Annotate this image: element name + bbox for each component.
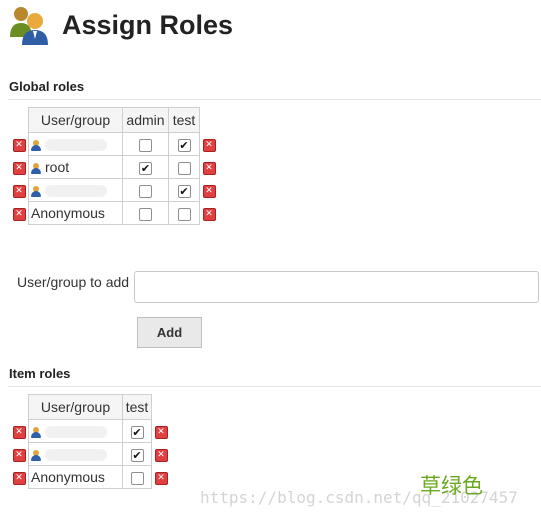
user-group-name: root: [45, 159, 70, 175]
test-role-checkbox[interactable]: ✔: [130, 448, 144, 462]
user-icon: [31, 449, 41, 461]
delete-icon[interactable]: ✕: [202, 161, 216, 175]
page-title: Assign Roles: [62, 9, 234, 40]
item-roles-title: Item roles: [9, 366, 71, 381]
user-group-cell: root: [28, 155, 123, 179]
user-group-cell: Anonymous: [28, 201, 123, 225]
test-role-checkbox[interactable]: [177, 207, 191, 221]
redacted-name: [45, 449, 107, 462]
redacted-name: [45, 185, 107, 198]
admin-role-checkbox[interactable]: [139, 184, 152, 198]
column-header-user-group: User/group: [28, 107, 123, 133]
delete-icon[interactable]: ✕: [154, 425, 168, 439]
delete-icon[interactable]: ✕: [202, 184, 216, 198]
test-role-checkbox[interactable]: [130, 471, 144, 485]
user-group-cell: [28, 442, 123, 466]
table-row: ✕ ✔ ✕: [10, 178, 218, 202]
global-roles-title: Global roles: [9, 79, 85, 94]
delete-icon[interactable]: ✕: [12, 425, 26, 439]
delete-icon[interactable]: ✕: [12, 138, 26, 152]
user-group-cell: [28, 132, 123, 156]
user-icon: [31, 139, 41, 151]
delete-icon[interactable]: ✕: [154, 448, 168, 462]
user-icon: [31, 185, 41, 197]
admin-role-checkbox[interactable]: [139, 207, 152, 221]
delete-icon[interactable]: ✕: [202, 138, 216, 152]
user-group-cell: Anonymous: [28, 465, 123, 489]
test-role-checkbox[interactable]: ✔: [177, 138, 191, 152]
table-row: ✕ ✔ ✕: [10, 419, 170, 443]
user-group-name: Anonymous: [31, 205, 105, 221]
test-role-checkbox[interactable]: ✔: [130, 425, 144, 439]
user-group-cell: [28, 419, 123, 443]
user-group-cell: [28, 178, 123, 202]
delete-icon[interactable]: ✕: [202, 207, 216, 221]
delete-icon[interactable]: ✕: [12, 471, 26, 485]
add-button[interactable]: Add: [137, 317, 202, 348]
delete-icon[interactable]: ✕: [12, 207, 26, 221]
item-roles-table: User/group test ✕ ✔ ✕ ✕ ✔ ✕ ✕ Anonymous ✕: [10, 394, 170, 489]
global-roles-divider: [8, 99, 541, 100]
table-row: ✕ Anonymous ✕: [10, 465, 170, 489]
delete-icon[interactable]: ✕: [12, 184, 26, 198]
delete-icon[interactable]: ✕: [154, 471, 168, 485]
table-row: ✕ Anonymous ✕: [10, 201, 218, 225]
test-role-checkbox[interactable]: [177, 161, 191, 175]
user-group-to-add-label: User/group to add: [17, 274, 130, 290]
user-icon: [31, 426, 41, 438]
column-header-test: test: [122, 394, 152, 420]
item-roles-divider: [8, 386, 541, 387]
admin-role-checkbox[interactable]: ✔: [139, 161, 152, 175]
page-header: Assign Roles: [8, 4, 233, 46]
column-header-user-group: User/group: [28, 394, 123, 420]
redacted-name: [45, 426, 107, 439]
user-group-name: Anonymous: [31, 469, 105, 485]
watermark-caption: 草绿色: [420, 474, 483, 498]
table-row: ✕ root ✔ ✕: [10, 155, 218, 179]
table-row: ✕ ✔ ✕: [10, 132, 218, 156]
test-role-checkbox[interactable]: ✔: [177, 184, 191, 198]
delete-icon[interactable]: ✕: [12, 161, 26, 175]
global-roles-table: User/group admin test ✕ ✔ ✕ ✕ root ✔ ✕ ✕ ✔ ✕ ✕ Anon…: [10, 107, 218, 225]
admin-role-checkbox[interactable]: [139, 138, 152, 152]
column-header-admin: admin: [122, 107, 169, 133]
users-roles-icon: [8, 3, 52, 47]
user-group-to-add-input[interactable]: [134, 271, 539, 303]
delete-icon[interactable]: ✕: [12, 448, 26, 462]
redacted-name: [45, 139, 107, 152]
table-row: ✕ ✔ ✕: [10, 442, 170, 466]
user-icon: [31, 162, 41, 174]
column-header-test: test: [168, 107, 200, 133]
